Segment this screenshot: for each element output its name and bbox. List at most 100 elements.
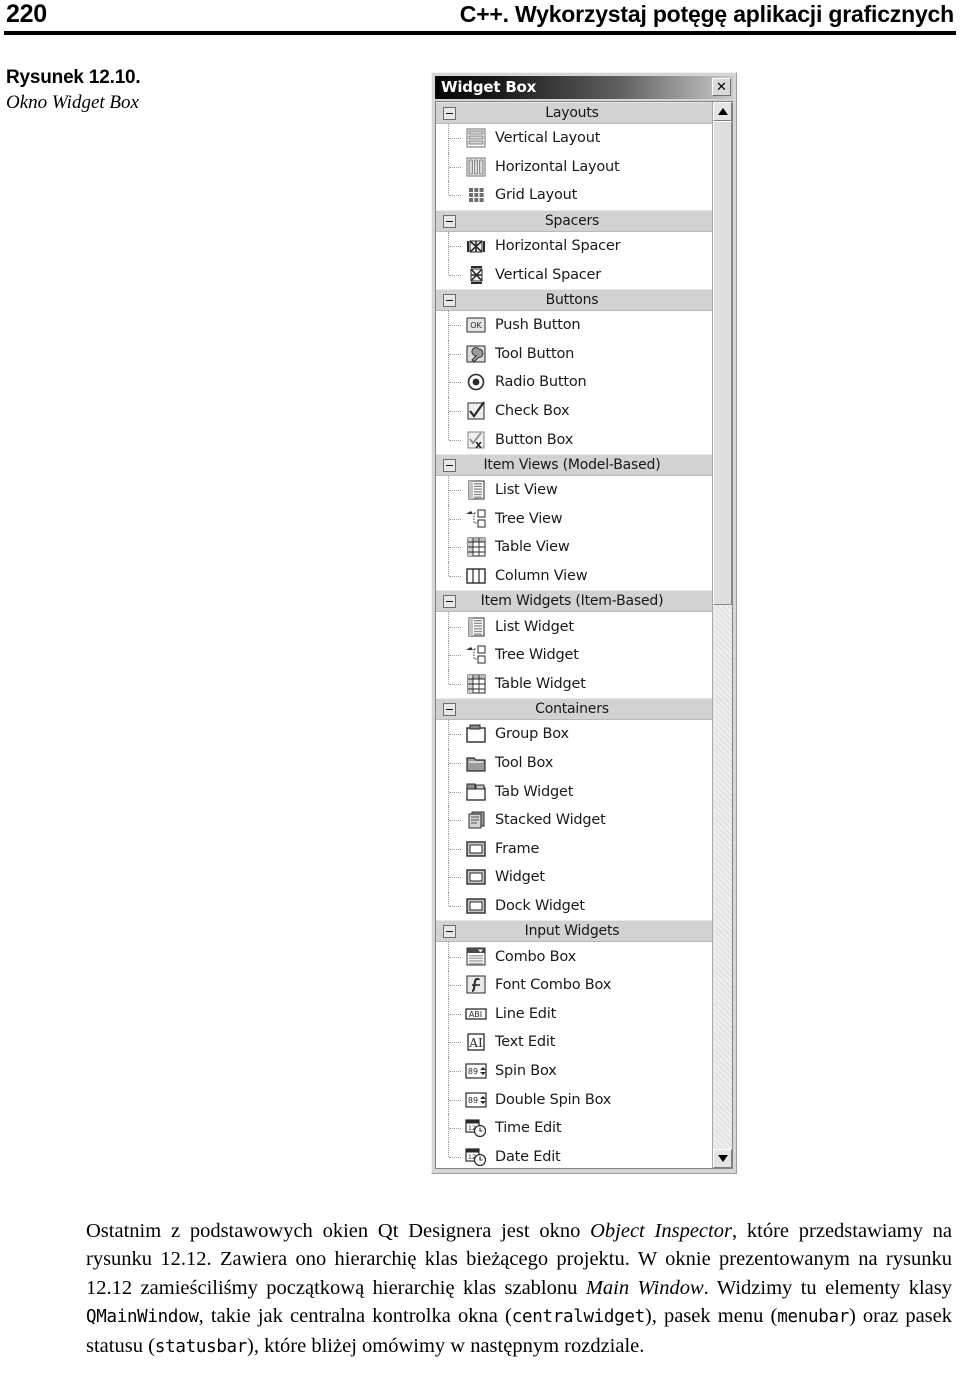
widget-tree[interactable]: Layouts Vertical Layout Horizontal Layou… <box>436 102 712 1168</box>
widget-item-stacked-widget[interactable]: Stacked Widget <box>436 805 712 835</box>
collapse-expander-icon[interactable] <box>443 595 456 609</box>
group-header-input-widgets[interactable]: Input Widgets <box>436 920 712 943</box>
figure-number: Rysunek 12.10. <box>6 67 141 88</box>
widget-item-tool-box[interactable]: Tool Box <box>436 748 712 778</box>
collapse-expander-icon[interactable] <box>443 293 456 307</box>
widget-item-horizontal-spacer[interactable]: Horizontal Spacer <box>436 231 712 261</box>
widget-item-time-edit[interactable]: 12 Time Edit <box>436 1113 712 1143</box>
text-run: Ostatnim z podstawowych okien Qt Designe… <box>86 1219 591 1242</box>
widget-item-font-combo-box[interactable]: Font Combo Box <box>436 970 712 1000</box>
table-widget-icon <box>464 673 487 695</box>
vertical-spacer-icon <box>464 264 487 286</box>
collapse-expander-icon[interactable] <box>443 703 456 717</box>
check-box-icon <box>464 400 487 422</box>
svg-text:89: 89 <box>467 1096 477 1105</box>
group-header-buttons[interactable]: Buttons <box>436 288 712 311</box>
widget-item-tab-widget[interactable]: Tab Widget <box>436 777 712 806</box>
widget-item-radio-button[interactable]: Radio Button <box>436 368 712 397</box>
group-header-label: Layouts <box>545 105 599 121</box>
widget-item-tool-button[interactable]: Tool Button <box>436 339 712 369</box>
page-number: 220 <box>6 0 47 28</box>
collapse-expander-icon[interactable] <box>443 925 456 939</box>
tree-branch-line <box>448 561 450 577</box>
text-run: ), pasek menu ( <box>644 1305 778 1328</box>
scrollbar-track[interactable] <box>713 121 732 1149</box>
collapse-expander-icon[interactable] <box>443 214 456 228</box>
group-header-spacers[interactable]: Spacers <box>436 209 712 232</box>
widget-item-list-widget[interactable]: List Widget <box>436 612 712 641</box>
vertical-layout-icon <box>464 127 487 149</box>
scroll-up-arrow-icon[interactable] <box>713 102 732 121</box>
widget-item-text-edit[interactable]: AI Text Edit <box>436 1028 712 1057</box>
tree-branch-connector <box>449 411 461 413</box>
tree-branch-line <box>448 669 450 684</box>
group-header-label: Containers <box>535 701 609 718</box>
tree-branch-connector <box>449 877 461 879</box>
table-view-icon <box>464 536 487 558</box>
widget-item-push-button[interactable]: OK Push Button <box>436 310 712 340</box>
font-combo-box-icon <box>464 974 487 996</box>
widget-item-horizontal-layout[interactable]: Horizontal Layout <box>436 152 712 182</box>
widget-item-tree-widget[interactable]: Tree Widget <box>436 640 712 670</box>
horizontal-spacer-icon <box>464 235 487 257</box>
tree-branch-connector <box>449 626 461 629</box>
list-widget-icon <box>464 616 487 638</box>
widget-item-vertical-spacer[interactable]: Vertical Spacer <box>436 260 712 289</box>
tree-branch-connector <box>449 791 461 794</box>
radio-button-icon <box>464 371 487 393</box>
widget-item-line-edit[interactable]: ABI Line Edit <box>436 999 712 1029</box>
widget-item-frame[interactable]: Frame <box>436 834 712 864</box>
tree-branch-connector <box>449 1042 461 1044</box>
widget-item-button-box[interactable]: x Button Box <box>436 425 712 454</box>
figure-caption: Rysunek 12.10. Okno Widget Box <box>6 66 406 115</box>
widget-item-widget[interactable]: Widget <box>436 863 712 892</box>
widget-box-window: Widget Box ✕ Layouts Vertical Layout Hor… <box>431 72 737 1174</box>
collapse-expander-icon[interactable] <box>443 458 456 472</box>
widget-item-vertical-layout[interactable]: Vertical Layout <box>436 124 712 153</box>
time-edit-icon: 12 <box>464 1117 487 1139</box>
tree-branch-line <box>448 1142 450 1157</box>
collapse-expander-icon[interactable] <box>443 107 456 120</box>
svg-text:89: 89 <box>467 1067 477 1076</box>
tree-branch-connector <box>449 274 461 277</box>
widget-item-column-view[interactable]: Column View <box>436 561 712 591</box>
widget-item-date-edit[interactable]: 12 Date Edit <box>436 1142 712 1168</box>
tree-branch-connector <box>449 762 461 765</box>
widget-item-double-spin-box[interactable]: 89 Double Spin Box <box>436 1085 712 1114</box>
widget-item-group-box[interactable]: Group Box <box>436 720 712 749</box>
tree-branch-connector <box>449 138 461 140</box>
widget-item-label: Double Spin Box <box>495 1091 612 1108</box>
widget-box-body: Layouts Vertical Layout Horizontal Layou… <box>435 101 733 1169</box>
group-header-label: Item Views (Model-Based) <box>483 456 661 473</box>
widget-item-tree-view[interactable]: Tree View <box>436 504 712 534</box>
group-header-item-widgets-item-based[interactable]: Item Widgets (Item-Based) <box>436 590 712 613</box>
widget-box-titlebar: Widget Box ✕ <box>435 76 733 99</box>
widget-item-table-view[interactable]: Table View <box>436 533 712 562</box>
grid-layout-icon <box>464 184 487 206</box>
tree-branch-connector <box>449 905 461 908</box>
widget-icon <box>464 866 487 888</box>
group-header-containers[interactable]: Containers <box>436 698 712 721</box>
widget-item-combo-box[interactable]: Combo Box <box>436 942 712 971</box>
widget-item-check-box[interactable]: Check Box <box>436 396 712 426</box>
text-edit-icon: AI <box>464 1031 487 1053</box>
vertical-scrollbar[interactable] <box>712 102 733 1168</box>
tree-branch-connector <box>449 166 461 169</box>
widget-item-spin-box[interactable]: 89 Spin Box <box>436 1056 712 1086</box>
widget-item-dock-widget[interactable]: Dock Widget <box>436 891 712 921</box>
close-icon[interactable]: ✕ <box>712 78 731 96</box>
widget-item-grid-layout[interactable]: Grid Layout <box>436 181 712 210</box>
scroll-down-arrow-icon[interactable] <box>713 1149 732 1168</box>
emphasis-object-inspector: Object Inspector <box>590 1219 732 1242</box>
tree-branch-connector <box>449 848 461 851</box>
double-spin-box-icon: 89 <box>464 1089 487 1111</box>
widget-item-table-widget[interactable]: Table Widget <box>436 669 712 699</box>
svg-text:ABI: ABI <box>468 1010 481 1019</box>
spin-box-icon: 89 <box>464 1060 487 1082</box>
widget-item-list-view[interactable]: List View <box>436 475 712 505</box>
group-header-layouts[interactable]: Layouts <box>436 102 712 124</box>
scrollbar-thumb[interactable] <box>713 121 732 605</box>
body-paragraph: Ostatnim z podstawowych okien Qt Designe… <box>86 1217 952 1362</box>
group-header-item-views-model-based[interactable]: Item Views (Model-Based) <box>436 453 712 476</box>
group-header-label: Spacers <box>544 212 600 229</box>
